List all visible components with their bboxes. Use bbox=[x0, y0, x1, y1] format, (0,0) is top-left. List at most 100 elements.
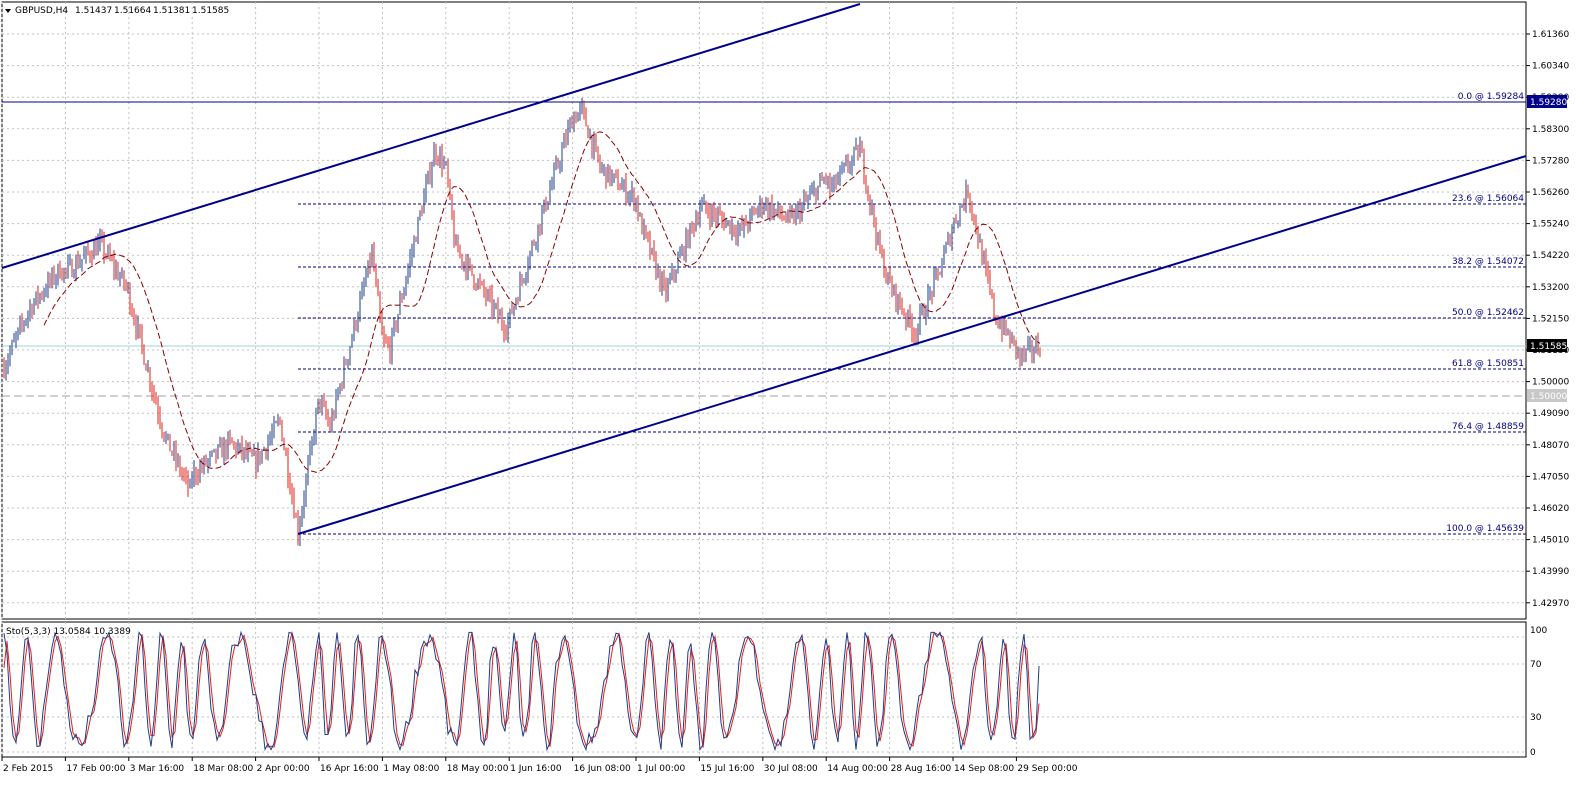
candle-body bbox=[701, 203, 703, 209]
time-tick-label: 16 Jun 08:00 bbox=[574, 764, 631, 774]
candle-body bbox=[317, 399, 319, 413]
candle-body bbox=[83, 254, 85, 259]
candle-body bbox=[253, 452, 255, 456]
candle-body bbox=[429, 171, 431, 180]
candle-body bbox=[973, 214, 975, 218]
candle-body bbox=[661, 277, 663, 288]
candle-body bbox=[175, 448, 177, 462]
candle-body bbox=[425, 182, 427, 196]
candle-body bbox=[775, 208, 777, 211]
candle-body bbox=[73, 274, 75, 277]
price-tick-label: 1.60340 bbox=[1532, 62, 1569, 72]
candle-body bbox=[685, 233, 687, 257]
candle-body bbox=[389, 344, 391, 358]
candle-body bbox=[161, 424, 163, 433]
candle-body bbox=[331, 415, 333, 430]
candle-body bbox=[201, 465, 203, 468]
candle-body bbox=[689, 223, 691, 247]
price-axis[interactable]: 1.61360 1.60340 1.59280 1.58300 1.57280 1.562… bbox=[1526, 30, 1569, 609]
candle-body bbox=[493, 304, 495, 311]
candle-body bbox=[363, 284, 365, 288]
candle-body bbox=[401, 298, 403, 300]
time-tick-label: 1 May 08:00 bbox=[383, 764, 439, 774]
low-value: 1.51381 bbox=[153, 6, 190, 16]
time-tick-label: 17 Feb 00:00 bbox=[66, 764, 125, 774]
candle-body bbox=[527, 265, 529, 275]
main-chart-panel[interactable] bbox=[1, 1, 1527, 620]
candle-body bbox=[967, 186, 969, 197]
candle-body bbox=[189, 481, 191, 488]
candle-body bbox=[645, 225, 647, 233]
candle-body bbox=[97, 242, 99, 255]
candle-body bbox=[673, 269, 675, 275]
candle-body bbox=[693, 224, 695, 230]
candle-body bbox=[503, 325, 505, 334]
candle-body bbox=[797, 206, 799, 210]
candle-body bbox=[179, 459, 181, 473]
candle-body bbox=[1023, 350, 1025, 356]
candle-body bbox=[211, 451, 213, 455]
candle-body bbox=[569, 120, 571, 128]
candle-body bbox=[221, 443, 223, 458]
candle-body bbox=[491, 293, 493, 311]
symbol-label: GBPUSD,H4 bbox=[15, 6, 68, 16]
price-chart[interactable]: 0.0 @ 1.59284 23.6 @ 1.56064 38.2 @ 1.5407… bbox=[0, 0, 1596, 790]
candle-body bbox=[565, 138, 567, 142]
candle-body bbox=[799, 206, 801, 218]
candle-body bbox=[505, 333, 507, 335]
candle-body bbox=[41, 294, 43, 297]
candle-body bbox=[599, 159, 601, 169]
candle-body bbox=[165, 436, 167, 440]
candle-body bbox=[769, 203, 771, 214]
candle-body bbox=[671, 269, 673, 279]
candle-body bbox=[243, 448, 245, 455]
candle-body bbox=[89, 252, 91, 258]
candle-body bbox=[875, 224, 877, 242]
candle-body bbox=[605, 167, 607, 183]
candle-body bbox=[745, 219, 747, 226]
candle-body bbox=[585, 110, 587, 127]
candle-body bbox=[467, 260, 469, 274]
candle-body bbox=[475, 285, 477, 288]
candle-body bbox=[367, 260, 369, 277]
stochastic-tick-label: 100 bbox=[1530, 626, 1547, 636]
price-tick-label: 1.56260 bbox=[1532, 188, 1569, 198]
candle-body bbox=[897, 294, 899, 307]
candle-body bbox=[357, 317, 359, 327]
candle-body bbox=[345, 362, 347, 365]
candle-body bbox=[751, 210, 753, 212]
candle-body bbox=[801, 205, 803, 218]
candle-body bbox=[979, 240, 981, 243]
candle-body bbox=[749, 211, 751, 227]
candle-body bbox=[543, 200, 545, 212]
stochastic-label: Sto(5,3,3) 13.0584 10.3389 bbox=[6, 627, 131, 637]
candle-body bbox=[759, 200, 761, 209]
candle-body bbox=[1033, 352, 1035, 355]
price-tick-label: 1.55240 bbox=[1532, 220, 1569, 230]
candle-body bbox=[555, 161, 557, 169]
time-axis[interactable]: 2 Feb 2015 17 Feb 00:00 3 Mar 16:00 18 Mar … bbox=[1, 757, 1078, 774]
stochastic-panel[interactable] bbox=[1, 621, 1527, 758]
candle-body bbox=[59, 264, 61, 278]
candle-body bbox=[281, 420, 283, 441]
candle-body bbox=[31, 306, 33, 314]
candle-body bbox=[325, 405, 327, 417]
candle-body bbox=[981, 240, 983, 264]
candle-body bbox=[517, 300, 519, 302]
candle-body bbox=[771, 203, 773, 216]
candle-body bbox=[857, 145, 859, 158]
candle-body bbox=[441, 152, 443, 168]
candle-body bbox=[941, 264, 943, 275]
candle-body bbox=[85, 247, 87, 255]
candle-body bbox=[185, 474, 187, 476]
fib-level-label: 23.6 @ 1.56064 bbox=[1452, 194, 1524, 204]
candle-body bbox=[465, 262, 467, 274]
candle-body bbox=[561, 148, 563, 165]
candle-body bbox=[299, 524, 301, 539]
candle-body bbox=[925, 314, 927, 318]
candle-body bbox=[181, 472, 183, 474]
chart-header: GBPUSD,H4 1.51437 1.51664 1.51381 1.5158… bbox=[5, 6, 229, 16]
candle-body bbox=[667, 282, 669, 296]
candle-body bbox=[823, 179, 825, 181]
candle-body bbox=[19, 321, 21, 329]
